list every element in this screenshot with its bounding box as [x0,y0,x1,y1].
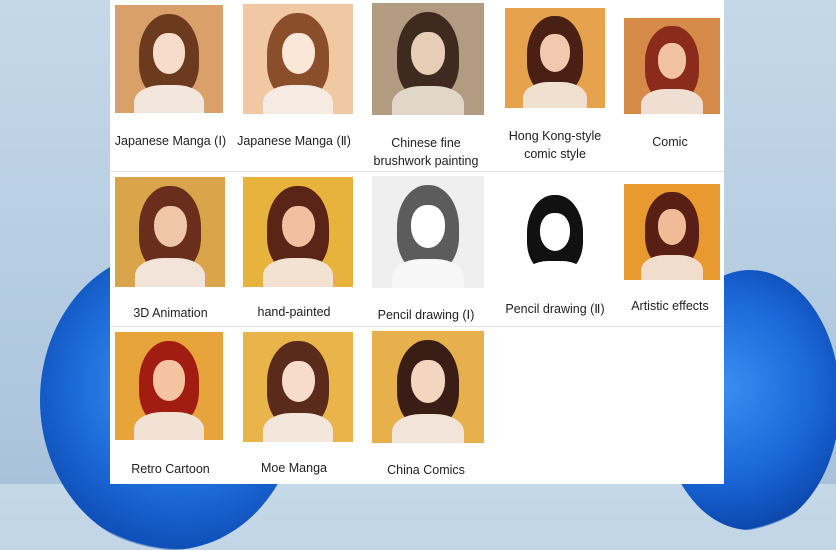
portrait-japanese-manga-2-icon [243,4,353,114]
style-label: Hong Kong-style comic style [508,129,602,161]
style-row-1: Japanese Manga (Ⅰ) Japanese Manga (Ⅱ) Ch… [110,0,724,171]
portrait-comic-icon [624,18,720,114]
style-row-3: Retro Cartoon Moe Manga China Comics [110,326,724,485]
style-option[interactable]: Japanese Manga (Ⅱ) [232,0,356,171]
style-option[interactable]: Pencil drawing (Ⅱ) [494,172,616,326]
style-gallery-panel: Japanese Manga (Ⅰ) Japanese Manga (Ⅱ) Ch… [110,0,724,484]
portrait-chinese-brushwork-icon [372,3,484,115]
style-label: China Comics [387,463,465,477]
style-option[interactable]: 3D Animation [110,172,231,326]
style-label: Comic [652,135,688,149]
style-option[interactable]: Retro Cartoon [110,327,231,485]
style-option[interactable]: China Comics [362,327,490,485]
style-label: 3D Animation [133,306,208,320]
style-label: Retro Cartoon [131,462,210,476]
portrait-retro-cartoon-icon [115,332,223,440]
portrait-hand-painted-icon [243,177,353,287]
style-label: Artistic effects [631,299,709,313]
style-label: Pencil drawing (Ⅱ) [505,302,605,316]
portrait-pencil-drawing-2-icon [505,187,605,287]
style-label: Japanese Manga (Ⅱ) [237,134,351,148]
portrait-moe-manga-icon [243,332,353,442]
portrait-hong-kong-comic-icon [505,8,605,108]
style-label: Pencil drawing (Ⅰ) [377,308,475,322]
style-label: hand-painted [257,305,331,319]
style-option[interactable]: Comic [616,0,724,171]
style-option[interactable]: hand-painted [232,172,356,326]
portrait-3d-animation-icon [115,177,225,287]
portrait-china-comics-icon [372,331,484,443]
style-label: Chinese fine brushwork painting [373,136,479,168]
style-label: Moe Manga [260,461,327,475]
style-option[interactable]: Japanese Manga (Ⅰ) [110,0,231,171]
style-row-2: 3D Animation hand-painted Pencil drawing… [110,171,724,326]
style-option[interactable]: Chinese fine brushwork painting [362,0,490,171]
style-option[interactable]: Artistic effects [616,172,724,326]
portrait-japanese-manga-1-icon [115,5,223,113]
style-option[interactable]: Pencil drawing (Ⅰ) [362,172,490,326]
style-option[interactable]: Hong Kong-style comic style [494,0,616,171]
style-label: Japanese Manga (Ⅰ) [114,134,227,148]
portrait-artistic-effects-icon [624,184,720,280]
style-option[interactable]: Moe Manga [232,327,356,485]
portrait-pencil-drawing-1-icon [372,176,484,288]
